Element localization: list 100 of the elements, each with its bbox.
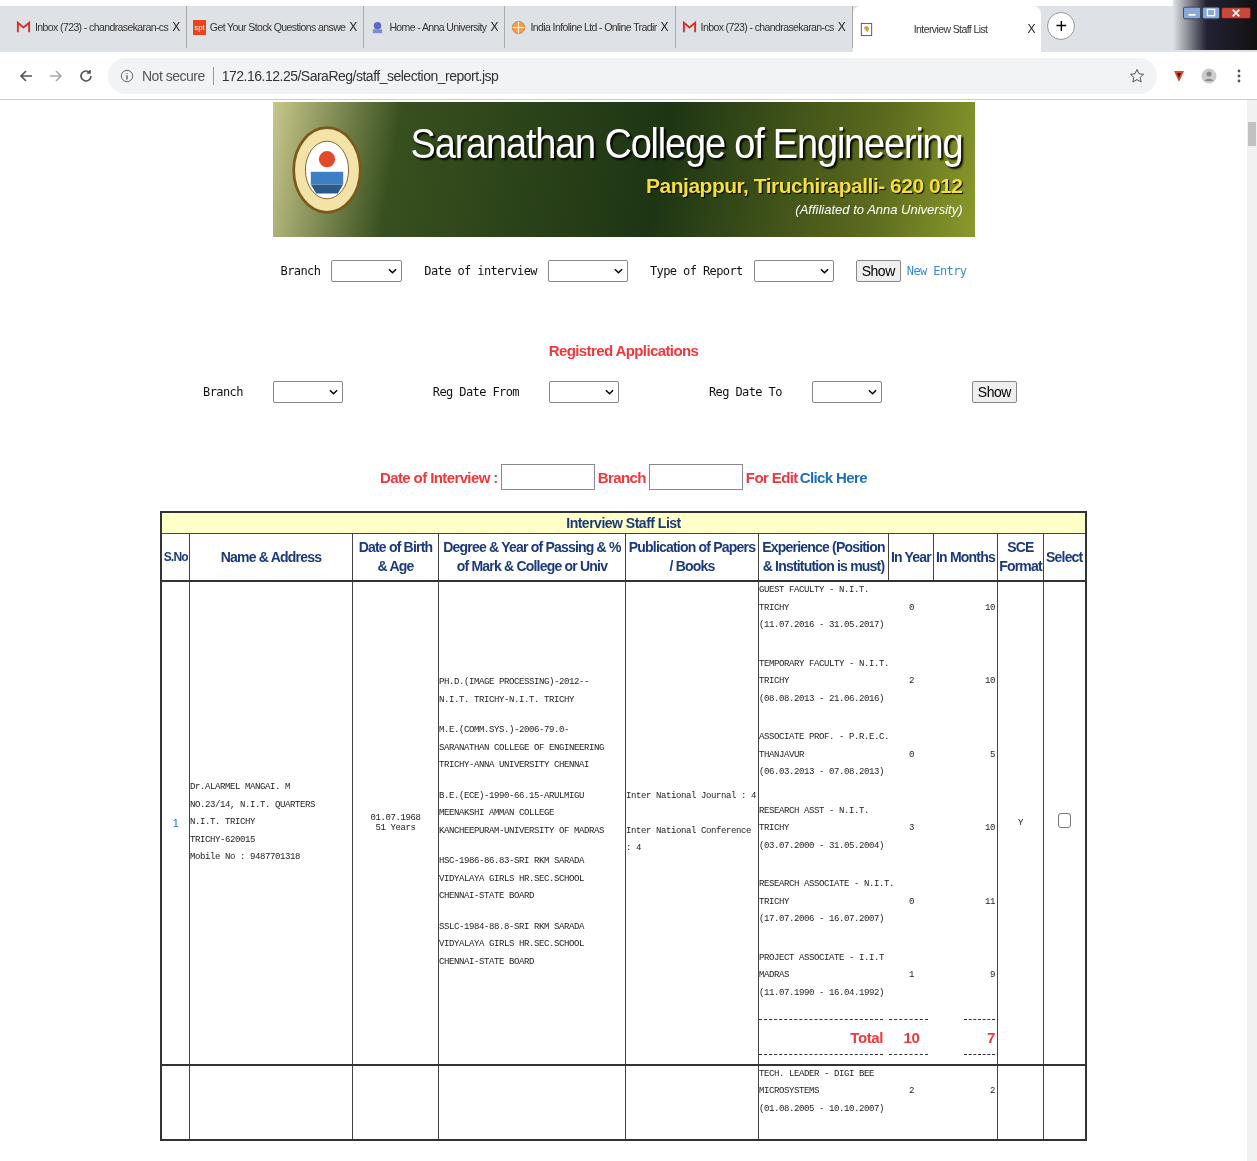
months-value: 10	[983, 675, 995, 688]
position-text: TEMPORARY FACULTY - N.I.T.	[758, 657, 890, 671]
position-text: GUEST FACULTY - N.I.T.	[758, 584, 870, 597]
column-header: Degree & Year of Passing & % of Mark & College or Univ	[438, 533, 626, 581]
filter-label: Branch	[203, 385, 243, 399]
select-checkbox[interactable]	[1057, 813, 1071, 829]
address-field[interactable]: Not secure 172.16.12.25/SaraReg/staff_selection_report.jsp	[108, 57, 1157, 94]
period-text: (01.08.2005 - 10.10.2007)	[758, 1102, 885, 1116]
click-here-link[interactable]: Click Here	[799, 468, 868, 486]
publication-count: Inter National Conference : 4	[625, 824, 752, 855]
browser-tab[interactable]: spt Get Your Stock Questions answe X	[187, 6, 365, 48]
browser-tab[interactable]: India Infoline Ltd - Online Tradir X	[505, 6, 676, 48]
table-title: Interview Staff List	[161, 512, 1086, 534]
filter-dropdown[interactable]	[549, 381, 619, 403]
total-label: Total	[849, 1029, 884, 1047]
column-header: SCE Format	[997, 533, 1044, 581]
close-tab-button[interactable]: X	[837, 20, 846, 34]
position-text: ASSOCIATE PROF. - P.R.E.C.	[758, 731, 890, 744]
column-header: Name & Address	[189, 533, 353, 581]
scrollbar[interactable]	[1247, 100, 1257, 1161]
period-text: (11.07.2016 - 31.05.2017)	[758, 619, 885, 632]
column-header: In Year	[888, 533, 934, 581]
globe-icon	[511, 19, 527, 35]
info-icon	[120, 68, 134, 83]
address-line: Dr.ALARMEL MANGAI. M	[189, 781, 291, 794]
institution-text: THANJAVUR	[758, 748, 805, 762]
filter-label: Type of Report	[650, 264, 743, 278]
close-tab-button[interactable]: X	[660, 20, 669, 34]
degree-entry: HSC-1986-86.83-SRI RKM SARADA VIDYALAYA GIRLS HR.SEC.SCHOOL CHENNAI-STATE BOARD	[438, 855, 586, 904]
close-tab-button[interactable]: X	[172, 20, 181, 34]
envelope-m-icon	[681, 19, 697, 35]
months-value: 10	[983, 601, 995, 615]
address-line: Mobile No : 9487701318	[189, 851, 301, 864]
close-tab-button[interactable]: X	[1027, 22, 1036, 36]
back-arrow-icon[interactable]	[18, 67, 34, 84]
browser-tab[interactable]: Home - Anna University X	[364, 6, 506, 48]
column-header: Date of Birth & Age	[352, 533, 439, 581]
close-icon[interactable]	[1221, 6, 1251, 20]
branch-input-field[interactable]	[648, 464, 743, 490]
filter-label: Reg Date From	[432, 385, 519, 399]
close-tab-button[interactable]: X	[349, 20, 358, 34]
degree-entry: M.E.(COMM.SYS.)-2006-79.0- SARANATHAN COLLEGE OF ENGINEERING TRICHY-ANNA UNIVERSITY CHENNAI	[438, 724, 605, 773]
degree-entry: B.E.(ECE)-1990-66.15-ARULMIGU MEENAKSHI AMMAN COLLEGE KANCHEEPURAM-UNIVERSITY OF MADRAS	[438, 789, 605, 838]
age-text: 51 Years	[374, 822, 417, 833]
show-button[interactable]: Show	[855, 260, 901, 282]
position-text: RESEARCH ASSOCIATE - N.I.T.	[758, 878, 895, 891]
close-tab-button[interactable]: X	[490, 20, 499, 34]
filter-dropdown[interactable]	[548, 260, 628, 282]
years-value: 3	[907, 822, 915, 835]
field-label: Branch	[597, 468, 646, 486]
date-input-field[interactable]	[500, 464, 595, 490]
months-value: 2	[988, 1085, 995, 1098]
address-line: TRICHY-620015	[189, 833, 256, 847]
birth-date: 01.07.1968	[369, 812, 422, 823]
filter-dropdown[interactable]	[331, 260, 403, 282]
reload-icon[interactable]	[78, 67, 94, 84]
institution-text: TRICHY	[758, 822, 790, 835]
profile-icon[interactable]	[1201, 67, 1217, 84]
new-entry-link[interactable]: New Entry	[906, 264, 967, 278]
favicon-text: spt	[193, 19, 206, 35]
position-text: RESEARCH ASST - N.I.T.	[758, 804, 870, 818]
total-months: 7	[986, 1029, 995, 1047]
period-text: (17.07.2006 - 16.07.2007)	[758, 913, 885, 926]
browser-tab[interactable]: Inbox (723) - chandrasekaran-cs X	[675, 6, 853, 48]
publication-count: Inter National Journal : 4	[625, 790, 757, 803]
new-tab-button[interactable]: +	[1047, 12, 1076, 40]
column-header: S.No	[161, 533, 190, 581]
forward-arrow-icon[interactable]	[48, 67, 64, 84]
position-text: PROJECT ASSOCIATE - I.I.T	[758, 951, 885, 965]
filter-dropdown[interactable]	[753, 260, 834, 282]
institution-text: TRICHY	[758, 601, 790, 615]
browser-tab[interactable]: Interview Staff List X	[852, 6, 1042, 52]
section-heading: Registred Applications	[548, 342, 699, 359]
browser-tab[interactable]: Inbox (723) - chandrasekaran-cs X	[10, 6, 188, 48]
show-button[interactable]: Show	[971, 381, 1017, 403]
affiliation-text: (Affiliated to Anna University)	[795, 201, 963, 217]
period-text: (06.03.2013 - 07.08.2013)	[758, 766, 885, 779]
institution-text: TRICHY	[758, 675, 790, 688]
degree-entry: PH.D.(IMAGE PROCESSING)-2012-- N.I.T. TRICHY-N.I.T. TRICHY	[438, 676, 590, 707]
filter-dropdown[interactable]	[811, 381, 882, 403]
star-icon[interactable]	[1129, 67, 1145, 84]
years-value: 1	[907, 969, 915, 982]
column-header: Publication of Papers / Books	[625, 533, 759, 581]
months-value: 11	[983, 895, 995, 909]
period-text: (11.07.1990 - 16.04.1992)	[758, 986, 885, 1000]
envelope-m-icon	[16, 19, 31, 35]
filter-label: Date of interview	[424, 264, 537, 278]
period-text: (03.07.2000 - 31.05.2004)	[758, 839, 885, 853]
months-value: 10	[983, 822, 995, 835]
years-value: 0	[907, 895, 915, 909]
minimize-icon[interactable]	[1183, 6, 1201, 20]
maximize-icon[interactable]	[1202, 6, 1220, 20]
institution-text: MADRAS	[758, 969, 790, 982]
filter-dropdown[interactable]	[272, 381, 343, 403]
months-value: 9	[988, 969, 995, 982]
institution-text: TRICHY	[758, 895, 790, 909]
field-label: Date of Interview :	[379, 468, 498, 486]
document-icon	[858, 21, 874, 37]
filter-label: Branch	[280, 264, 321, 278]
college-name: Saranathan College of Engineering	[410, 120, 963, 168]
